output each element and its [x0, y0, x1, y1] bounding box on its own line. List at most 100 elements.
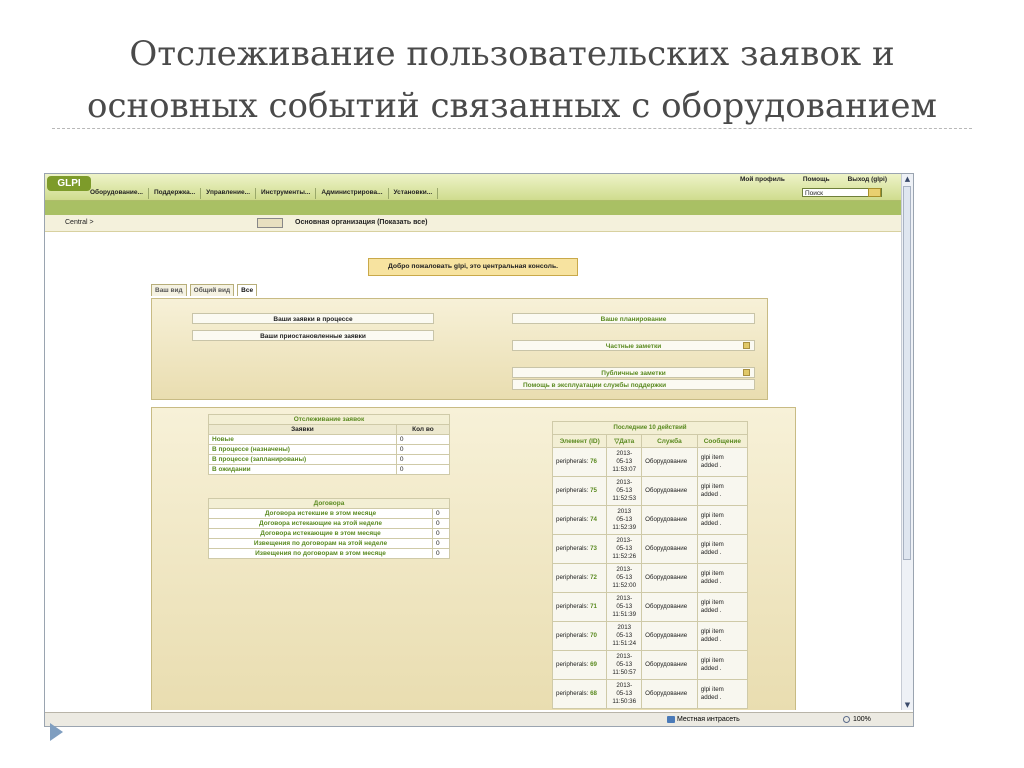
- contract-link[interactable]: Договора истекшие в этом месяце: [207, 508, 434, 519]
- my-tickets-pending[interactable]: Ваши приостановленные заявки: [192, 330, 434, 341]
- event-message-line-1: glpi item: [700, 628, 724, 635]
- event-date: 2013- 05-13 11:52:53: [606, 476, 643, 506]
- event-date-day: 05-13: [616, 574, 633, 581]
- helpdesk-help-link[interactable]: Помощь в эксплуатации службы поддержки: [512, 379, 755, 390]
- event-date-day: 05-13: [616, 632, 633, 639]
- my-planning[interactable]: Ваше планирование: [512, 313, 755, 324]
- entity-name[interactable]: Основная организация (Показать все): [295, 219, 427, 226]
- event-date-day: 05-13: [616, 458, 633, 465]
- event-date-year: 2013-: [616, 479, 633, 486]
- col-message[interactable]: Сообщение: [696, 434, 749, 448]
- help-link[interactable]: Помощь: [803, 176, 830, 183]
- col-item[interactable]: Элемент (ID): [551, 434, 608, 448]
- search-button[interactable]: [868, 188, 881, 197]
- event-service: Оборудование: [641, 476, 698, 506]
- event-date-year: 2013: [617, 508, 632, 515]
- event-date-day: 05-13: [616, 516, 633, 523]
- event-service: Оборудование: [641, 650, 698, 680]
- contract-count: 0: [432, 538, 450, 549]
- event-item-id-link[interactable]: 70: [590, 632, 597, 639]
- ticket-count: 0: [395, 454, 451, 465]
- event-date-year: 2013-: [616, 537, 633, 544]
- event-item: peripherals: 70: [551, 621, 608, 651]
- event-message-line-2: added .: [700, 491, 722, 498]
- tab-group-view[interactable]: Общий вид: [189, 284, 235, 296]
- event-message-line-2: added .: [700, 520, 722, 527]
- event-message-line-1: glpi item: [700, 570, 724, 577]
- breadcrumb-bar: Central > Основная организация (Показать…: [45, 215, 901, 232]
- event-message-line-2: added .: [700, 549, 722, 556]
- contract-link[interactable]: Договора истекающие в этом месяце: [207, 528, 434, 539]
- event-time: 11:52:00: [612, 582, 637, 589]
- private-notes[interactable]: Частные заметки: [512, 340, 755, 351]
- event-item-id-link[interactable]: 73: [590, 545, 597, 552]
- col-service[interactable]: Служба: [641, 434, 698, 448]
- ticket-count: 0: [395, 444, 451, 455]
- tab-my-view[interactable]: Ваш вид: [151, 284, 187, 296]
- slide-bullet-arrow-icon: [50, 723, 63, 741]
- menu-item-management[interactable]: Управление...: [201, 188, 257, 199]
- menu-item-assets[interactable]: Оборудование...: [85, 188, 149, 199]
- event-item-id-link[interactable]: 68: [590, 690, 597, 697]
- ticket-status-link[interactable]: Новые: [208, 434, 397, 445]
- zoom-level[interactable]: 100%: [853, 716, 871, 723]
- menu-item-tools[interactable]: Инструменты...: [256, 188, 317, 199]
- event-item-id-link[interactable]: 75: [590, 487, 597, 494]
- event-time: 11:50:57: [612, 669, 637, 676]
- table-row: Договора истекающие на этой неделе 0: [207, 518, 450, 529]
- top-links: Мой профиль Помощь Выход (glpi): [740, 176, 887, 183]
- contract-count: 0: [432, 508, 450, 519]
- contract-link[interactable]: Договора истекающие на этой неделе: [207, 518, 434, 529]
- col-date[interactable]: ▽Дата: [606, 434, 643, 448]
- event-date-day: 05-13: [616, 487, 633, 494]
- public-notes[interactable]: Публичные заметки: [512, 367, 755, 378]
- breadcrumb[interactable]: Central >: [65, 219, 94, 226]
- contract-count: 0: [432, 528, 450, 539]
- event-service: Оборудование: [641, 679, 698, 709]
- ticket-status-link[interactable]: В процессе (запланированы): [208, 454, 397, 465]
- event-service: Оборудование: [641, 447, 698, 477]
- logout-link[interactable]: Выход (glpi): [848, 176, 887, 183]
- ticket-status-link[interactable]: В процессе (назначены): [208, 444, 397, 455]
- security-zone: Местная интрасеть: [677, 716, 740, 723]
- event-item-id-link[interactable]: 71: [590, 603, 597, 610]
- event-item: peripherals: 76: [551, 447, 608, 477]
- add-note-icon[interactable]: [743, 342, 750, 349]
- last-events-caption: Последние 10 действий: [552, 421, 748, 435]
- my-tickets-in-progress[interactable]: Ваши заявки в процессе: [192, 313, 434, 324]
- event-message: glpi item added .: [696, 476, 749, 506]
- event-date-day: 05-13: [616, 603, 633, 610]
- event-message-line-2: added .: [700, 694, 722, 701]
- event-item-id-link[interactable]: 76: [590, 458, 597, 465]
- profile-link[interactable]: Мой профиль: [740, 176, 785, 183]
- table-row: Извещения по договорам на этой неделе 0: [207, 538, 450, 549]
- event-message-line-1: glpi item: [700, 599, 724, 606]
- glpi-header: GLPI Оборудование... Поддержка... Управл…: [45, 174, 901, 201]
- menu-item-assistance[interactable]: Поддержка...: [149, 188, 202, 199]
- event-time: 11:52:39: [612, 524, 637, 531]
- event-item: peripherals: 69: [551, 650, 608, 680]
- contract-link[interactable]: Извещения по договорам на этой неделе: [207, 538, 434, 549]
- event-date-year: 2013: [617, 624, 632, 631]
- scroll-down-icon[interactable]: ▼: [902, 700, 913, 710]
- ticket-status-link[interactable]: В ожидании: [208, 464, 397, 475]
- menu-item-administration[interactable]: Администрирова...: [316, 188, 389, 199]
- event-message: glpi item added .: [696, 505, 749, 535]
- scroll-up-icon[interactable]: ▲: [902, 174, 913, 184]
- vertical-scrollbar[interactable]: ▲ ▼: [901, 174, 913, 710]
- scroll-thumb[interactable]: [903, 186, 911, 560]
- event-item-id-link[interactable]: 74: [590, 516, 597, 523]
- title-divider: [52, 128, 972, 129]
- browser-window: GLPI Оборудование... Поддержка... Управл…: [44, 173, 914, 727]
- table-row: В процессе (назначены) 0: [208, 444, 451, 455]
- entity-selector-icon[interactable]: [257, 218, 283, 228]
- add-public-note-icon[interactable]: [743, 369, 750, 376]
- event-item-id-link[interactable]: 69: [590, 661, 597, 668]
- table-row: Извещения по договорам в этом месяце 0: [207, 548, 450, 559]
- event-item-id-link[interactable]: 72: [590, 574, 597, 581]
- contract-link[interactable]: Извещения по договорам в этом месяце: [207, 548, 434, 559]
- menu-item-setup[interactable]: Установки...: [389, 188, 439, 199]
- submenu-bar: [45, 201, 901, 215]
- tab-all[interactable]: Все: [237, 284, 258, 296]
- table-row: Договора истекающие в этом месяце 0: [207, 528, 450, 539]
